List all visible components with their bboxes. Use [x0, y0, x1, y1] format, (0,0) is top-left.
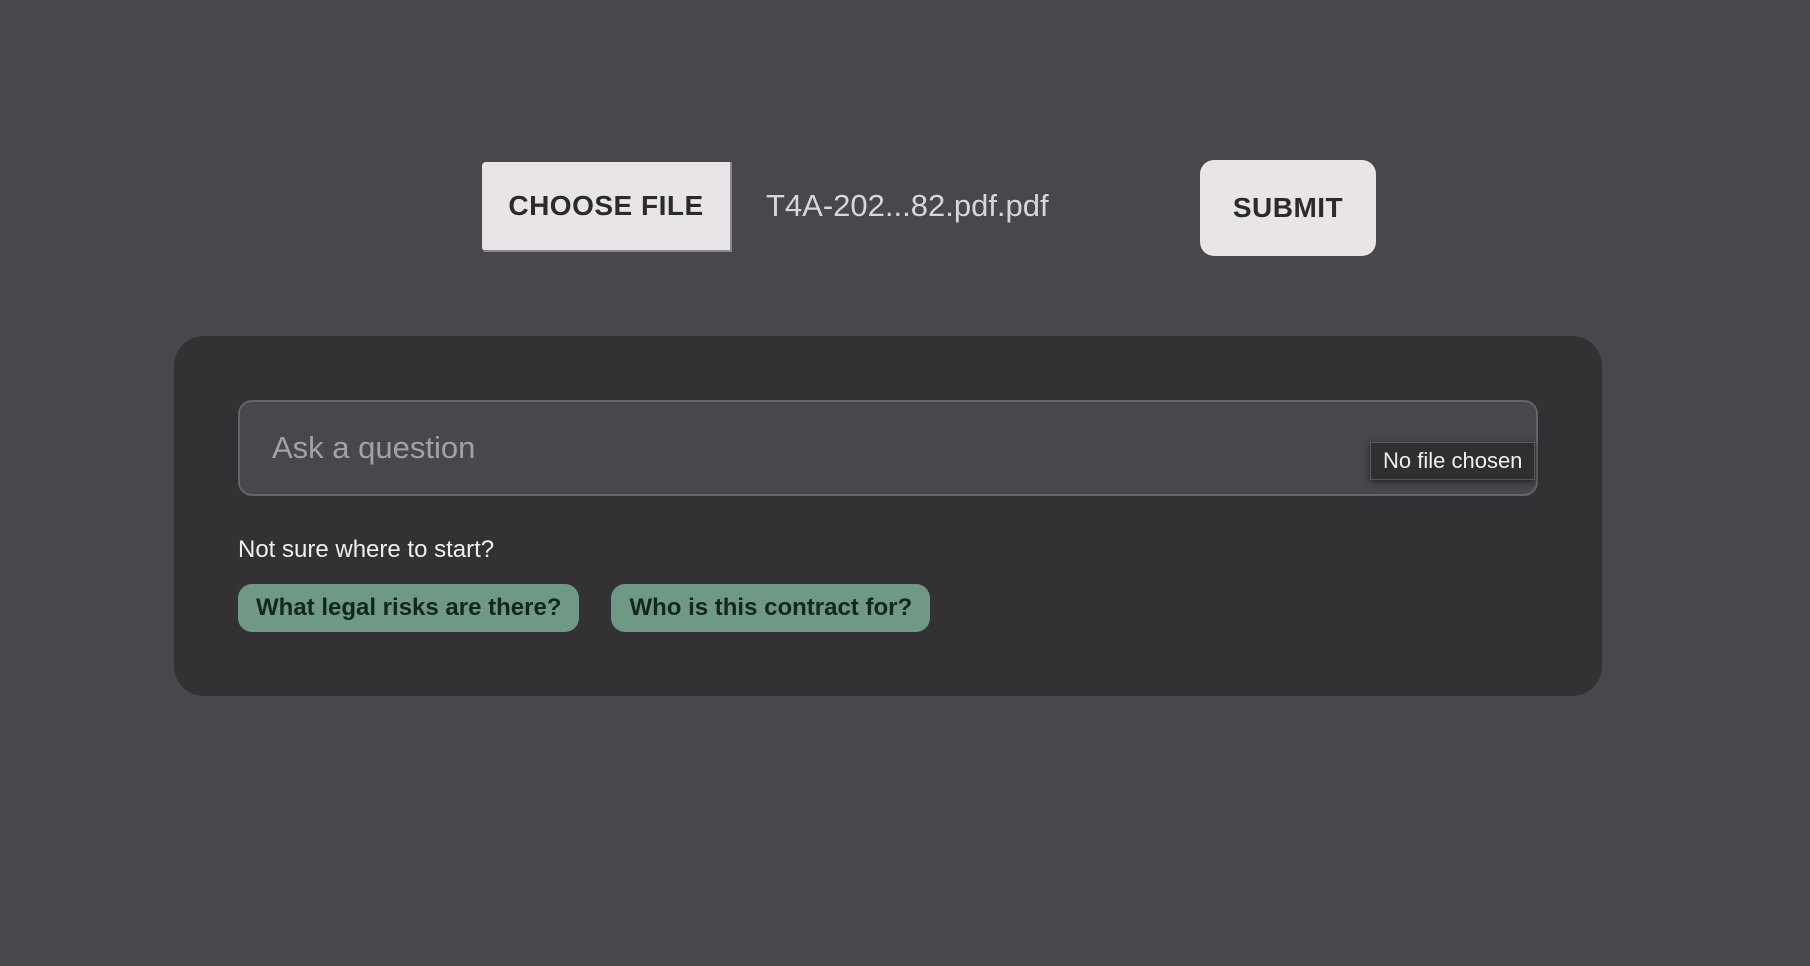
- suggestion-chips: What legal risks are there? Who is this …: [238, 584, 931, 632]
- start-prompt-text: Not sure where to start?: [238, 536, 495, 563]
- submit-button[interactable]: SUBMIT: [1200, 160, 1376, 256]
- question-panel: No file chosen Not sure where to start? …: [174, 336, 1602, 696]
- selected-file-name: T4A-202...82.pdf.pdf: [766, 188, 1049, 223]
- no-file-chosen-tooltip: No file chosen: [1370, 442, 1536, 480]
- suggestion-chip-legal-risks[interactable]: What legal risks are there?: [238, 584, 580, 632]
- choose-file-button[interactable]: CHOOSE FILE: [482, 162, 732, 252]
- file-upload-row: CHOOSE FILE T4A-202...82.pdf.pdf SUBMIT: [0, 0, 1810, 300]
- question-input[interactable]: [238, 400, 1538, 496]
- suggestion-chip-contract-for[interactable]: Who is this contract for?: [611, 584, 931, 632]
